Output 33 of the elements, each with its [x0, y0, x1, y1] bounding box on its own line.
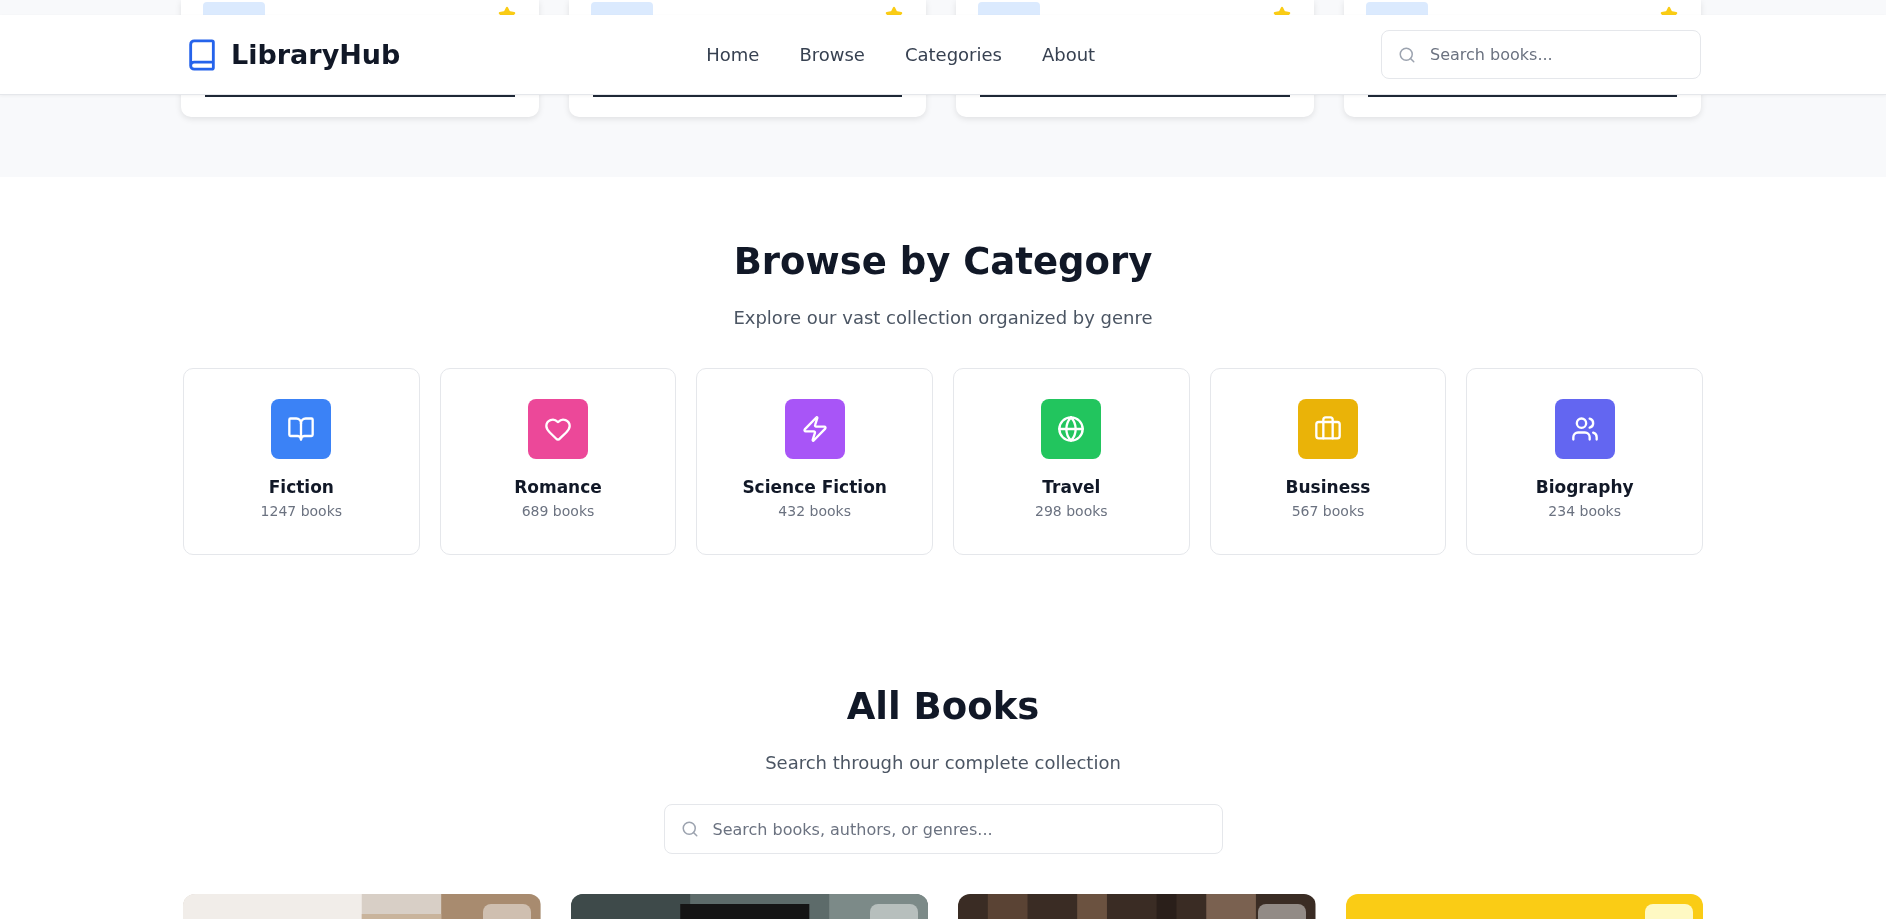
category-card[interactable]: Business 567 books: [1209, 368, 1447, 555]
category-name: Business: [1285, 477, 1371, 497]
book-count: 567 books: [1291, 503, 1365, 519]
nav-link[interactable]: About: [1041, 44, 1096, 65]
book-count: 432 books: [778, 503, 851, 519]
category-card[interactable]: Romance 689 books: [439, 368, 677, 555]
nav-link[interactable]: Categories: [904, 44, 1002, 65]
nav-link[interactable]: Home: [706, 44, 760, 65]
search-icon: [680, 820, 699, 838]
category-card[interactable]: Travel 298 books: [953, 368, 1190, 555]
book-count: 234 books: [1548, 503, 1621, 519]
section-title: All Books: [846, 685, 1040, 728]
category-name: Travel: [1042, 477, 1101, 497]
category-card[interactable]: Science Fiction 432 books: [696, 368, 933, 555]
category-name: Biography: [1535, 477, 1634, 497]
category-name: Science Fiction: [742, 477, 887, 497]
section-title: Browse by Category: [733, 240, 1153, 283]
category-card[interactable]: Biography 234 books: [1466, 368, 1703, 555]
search-input[interactable]: Search books...: [1430, 31, 1684, 78]
search-icon: [1398, 45, 1416, 64]
section-subtitle: Explore our vast collection organized by genre: [733, 307, 1153, 328]
nav-link[interactable]: Browse: [799, 44, 865, 65]
category-card[interactable]: Fiction 1247 books: [183, 368, 420, 555]
book-count: 298 books: [1035, 503, 1108, 519]
search-field[interactable]: Search books...: [1381, 30, 1701, 79]
category-name: Fiction: [268, 477, 334, 497]
search-input[interactable]: Search books, authors, or genres...: [712, 805, 1206, 853]
book-count: 689 books: [521, 503, 595, 519]
book-count: 1247 books: [260, 503, 343, 519]
category-name: Romance: [514, 477, 602, 497]
search-field[interactable]: Search books, authors, or genres...: [663, 804, 1223, 854]
logo-text: LibraryHub: [231, 39, 401, 70]
section-subtitle: Search through our complete collection: [765, 752, 1121, 773]
